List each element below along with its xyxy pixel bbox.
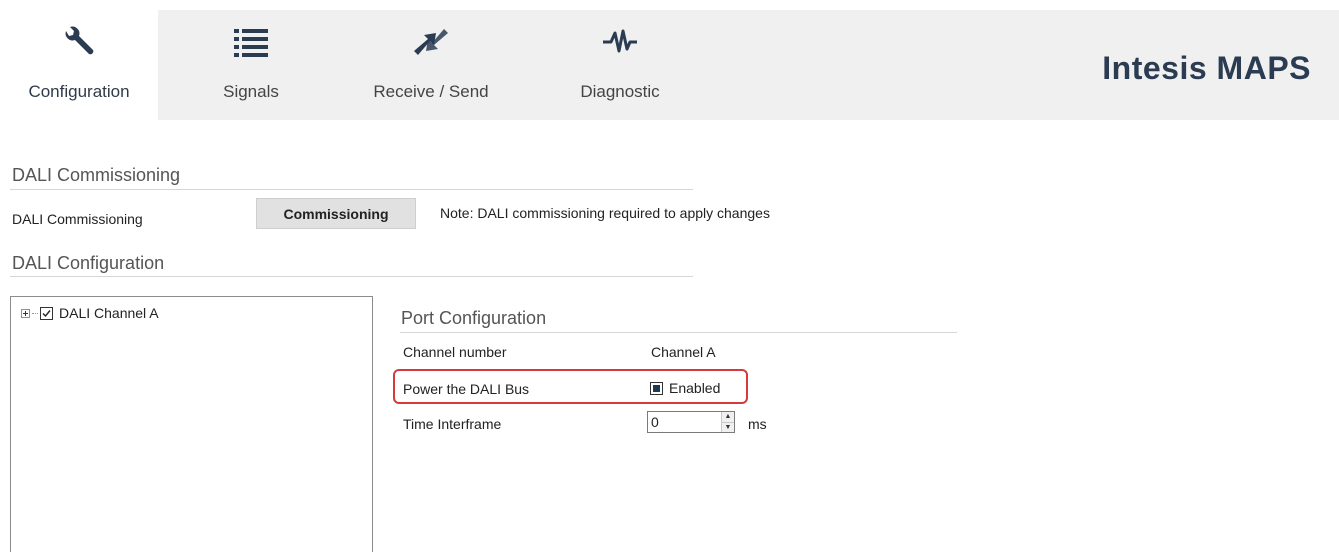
time-interframe-label: Time Interframe	[403, 416, 502, 432]
section-title-commissioning: DALI Commissioning	[12, 165, 181, 185]
tab-configuration[interactable]: Configuration	[0, 10, 158, 120]
app-window: Configuration Signals Receive / Send Dia…	[0, 0, 1339, 552]
section-title-configuration: DALI Configuration	[12, 253, 165, 273]
power-dali-bus-value: Enabled	[669, 380, 721, 396]
time-interframe-unit: ms	[748, 416, 767, 432]
channel-number-label: Channel number	[403, 344, 507, 360]
channel-number-value: Channel A	[651, 344, 716, 360]
tab-signals-label: Signals	[223, 82, 279, 101]
expand-icon[interactable]	[21, 308, 30, 318]
spin-down-icon[interactable]: ▼	[722, 422, 734, 432]
tab-signals[interactable]: Signals	[196, 10, 306, 120]
tab-diagnostic-label: Diagnostic	[580, 82, 660, 101]
wrench-icon	[60, 24, 98, 60]
port-divider	[400, 332, 957, 333]
commissioning-note: Note: DALI commissioning required to app…	[440, 205, 770, 221]
time-interframe-input[interactable]	[648, 412, 721, 432]
spin-up-icon[interactable]: ▲	[722, 412, 734, 423]
commissioning-button[interactable]: Commissioning	[256, 198, 416, 229]
time-interframe-stepper[interactable]: ▲ ▼	[647, 411, 735, 433]
stepper-buttons[interactable]: ▲ ▼	[721, 412, 734, 432]
pulse-icon	[603, 24, 637, 60]
section-divider	[10, 189, 693, 190]
power-dali-bus-checkbox[interactable]: Enabled	[650, 380, 720, 396]
tree-item-label: DALI Channel A	[59, 305, 159, 321]
commissioning-row-label: DALI Commissioning	[12, 211, 143, 227]
port-configuration-title: Port Configuration	[401, 308, 547, 328]
section-divider	[10, 276, 693, 277]
checkbox-indicator[interactable]	[650, 381, 663, 395]
tab-configuration-label: Configuration	[28, 82, 130, 101]
brand-logo: Intesis MAPS	[1102, 50, 1311, 86]
tab-receive-send[interactable]: Receive / Send	[356, 10, 506, 120]
tree-item-channel-a[interactable]: DALI Channel A	[21, 305, 159, 321]
power-dali-bus-label: Power the DALI Bus	[403, 381, 530, 397]
channel-tree[interactable]: DALI Channel A	[10, 296, 373, 552]
tab-diagnostic[interactable]: Diagnostic	[560, 10, 680, 120]
tree-connector	[32, 312, 38, 314]
tree-item-checkbox[interactable]	[40, 306, 53, 320]
list-icon	[234, 24, 268, 60]
transfer-arrows-icon	[412, 24, 450, 60]
tab-receive-send-label: Receive / Send	[373, 82, 489, 101]
